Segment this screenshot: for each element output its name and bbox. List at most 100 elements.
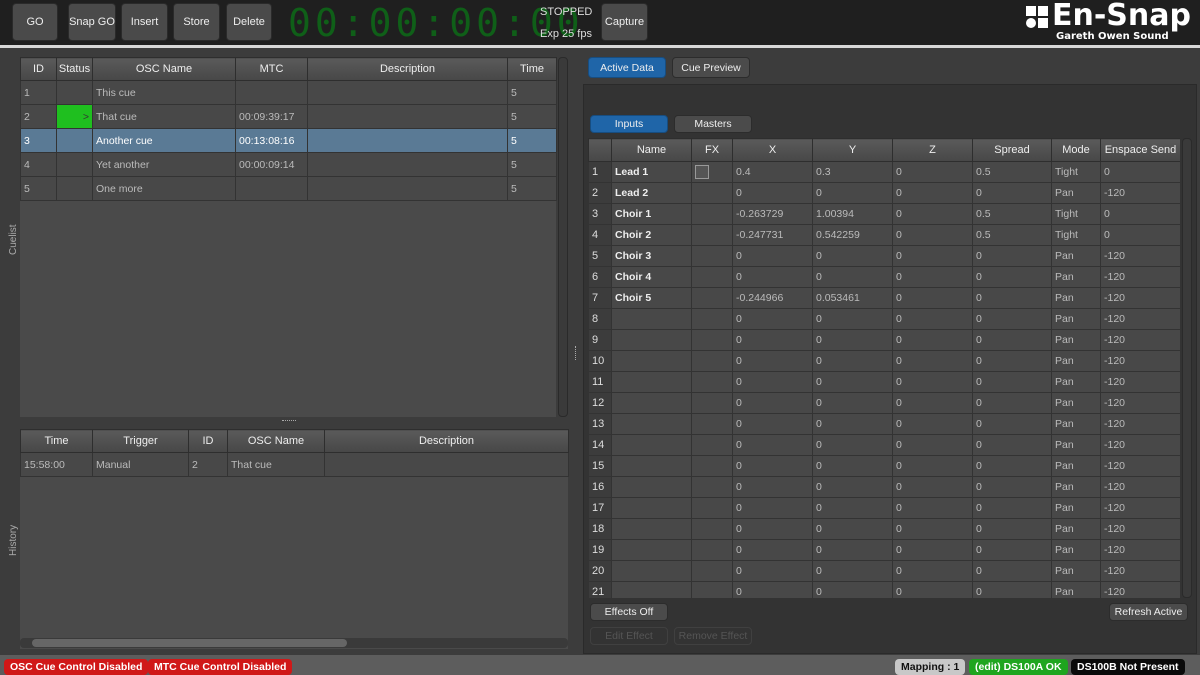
table-cell[interactable]: -120 [1100, 266, 1180, 288]
table-cell[interactable]: -120 [1100, 350, 1180, 372]
table-cell[interactable]: Lead 1 [611, 161, 692, 183]
table-cell[interactable]: 0.3 [812, 161, 893, 183]
table-cell[interactable]: 0 [732, 308, 813, 330]
table-cell[interactable]: 0 [892, 518, 973, 540]
table-cell[interactable] [611, 581, 692, 598]
table-cell[interactable]: 0 [892, 392, 973, 414]
table-cell[interactable]: 0 [812, 371, 893, 393]
table-cell[interactable]: -0.244966 [732, 287, 813, 309]
table-cell[interactable]: -120 [1100, 518, 1180, 540]
table-cell[interactable]: -120 [1100, 371, 1180, 393]
table-cell[interactable] [611, 539, 692, 561]
table-cell[interactable]: 0 [812, 455, 893, 477]
table-cell[interactable]: 0.542259 [812, 224, 893, 246]
table-cell[interactable]: 0 [812, 245, 893, 267]
table-cell[interactable]: 0 [812, 350, 893, 372]
table-cell[interactable]: 5 [507, 152, 557, 177]
table-row[interactable]: 2 > That cue 00:09:39:17 5 [20, 104, 557, 129]
table-cell[interactable]: 0 [732, 245, 813, 267]
table-cell[interactable]: Pan [1051, 308, 1101, 330]
edit-effect-button[interactable]: Edit Effect [590, 627, 668, 645]
effects-off-button[interactable]: Effects Off [590, 603, 668, 621]
table-cell[interactable] [307, 104, 508, 129]
table-cell[interactable] [611, 371, 692, 393]
table-cell[interactable]: -120 [1100, 392, 1180, 414]
table-cell[interactable]: 0 [732, 497, 813, 519]
table-cell[interactable]: Lead 2 [611, 182, 692, 204]
table-cell[interactable]: 00:13:08:16 [235, 128, 308, 153]
table-row[interactable]: 19 0 0 0 0 Pan -120 [588, 539, 1180, 561]
table-cell[interactable]: 00:09:39:17 [235, 104, 308, 129]
table-cell[interactable]: 0 [812, 266, 893, 288]
column-header[interactable]: Description [324, 429, 569, 453]
table-row[interactable]: 9 0 0 0 0 Pan -120 [588, 329, 1180, 351]
table-cell[interactable]: 0 [972, 539, 1052, 561]
table-cell[interactable]: 0 [972, 434, 1052, 456]
table-cell[interactable]: 0 [732, 371, 813, 393]
subtab-masters[interactable]: Masters [674, 115, 752, 133]
table-cell[interactable]: 0 [812, 413, 893, 435]
table-cell[interactable]: -120 [1100, 581, 1180, 598]
table-cell[interactable] [611, 455, 692, 477]
table-cell[interactable]: 0 [972, 245, 1052, 267]
table-cell[interactable]: 0 [892, 434, 973, 456]
column-header[interactable]: Trigger [92, 429, 189, 453]
table-cell[interactable]: 0 [892, 203, 973, 225]
table-cell[interactable] [691, 560, 733, 582]
table-cell[interactable] [691, 182, 733, 204]
table-cell[interactable]: 0 [732, 518, 813, 540]
table-cell[interactable] [691, 350, 733, 372]
table-cell[interactable]: 0 [812, 518, 893, 540]
table-cell[interactable]: 0 [812, 581, 893, 598]
table-cell[interactable] [691, 518, 733, 540]
table-cell[interactable]: Tight [1051, 161, 1101, 183]
table-row[interactable]: 6 Choir 4 0 0 0 0 Pan -120 [588, 266, 1180, 288]
table-cell[interactable]: Pan [1051, 350, 1101, 372]
table-cell[interactable]: One more [92, 176, 236, 201]
table-cell[interactable] [56, 152, 93, 177]
table-cell[interactable]: 5 [507, 176, 557, 201]
table-cell[interactable]: 0 [812, 476, 893, 498]
table-cell[interactable]: 0 [972, 476, 1052, 498]
table-cell[interactable]: 0 [732, 560, 813, 582]
table-row[interactable]: 7 Choir 5 -0.244966 0.053461 0 0 Pan -120 [588, 287, 1180, 309]
table-cell[interactable]: 0.5 [972, 161, 1052, 183]
table-cell[interactable]: 0 [812, 392, 893, 414]
capture-button[interactable]: Capture [601, 3, 648, 41]
table-cell[interactable]: 0 [732, 350, 813, 372]
table-cell[interactable]: Pan [1051, 581, 1101, 598]
table-cell[interactable]: 1.00394 [812, 203, 893, 225]
fx-checkbox[interactable] [695, 165, 709, 179]
table-cell[interactable]: 0.053461 [812, 287, 893, 309]
table-cell[interactable] [611, 308, 692, 330]
store-button[interactable]: Store [173, 3, 220, 41]
table-cell[interactable]: 0 [972, 266, 1052, 288]
table-row[interactable]: 15 0 0 0 0 Pan -120 [588, 455, 1180, 477]
column-header[interactable]: Time [507, 57, 557, 81]
table-cell[interactable]: Pan [1051, 329, 1101, 351]
table-cell[interactable]: 0 [892, 329, 973, 351]
table-row[interactable]: 1 Lead 1 0.4 0.3 0 0.5 Tight 0 [588, 161, 1180, 183]
table-cell[interactable]: 0 [892, 350, 973, 372]
table-cell[interactable]: 0 [732, 329, 813, 351]
table-cell[interactable]: 0 [892, 497, 973, 519]
table-cell[interactable]: Pan [1051, 371, 1101, 393]
table-cell[interactable]: Pan [1051, 539, 1101, 561]
table-cell[interactable]: -120 [1100, 329, 1180, 351]
table-cell[interactable]: Manual [92, 452, 189, 477]
table-cell[interactable] [611, 476, 692, 498]
table-cell[interactable]: Choir 5 [611, 287, 692, 309]
table-row[interactable]: 16 0 0 0 0 Pan -120 [588, 476, 1180, 498]
inputs-scrollbar[interactable] [1182, 138, 1192, 598]
table-row[interactable]: 11 0 0 0 0 Pan -120 [588, 371, 1180, 393]
column-header[interactable]: Spread [972, 138, 1052, 162]
table-cell[interactable] [56, 80, 93, 105]
table-row[interactable]: 4 Yet another 00:00:09:14 5 [20, 152, 557, 177]
table-cell[interactable] [691, 287, 733, 309]
insert-button[interactable]: Insert [121, 3, 168, 41]
history-hscrollbar[interactable] [20, 638, 568, 648]
table-cell[interactable]: -120 [1100, 245, 1180, 267]
column-header[interactable]: X [732, 138, 813, 162]
table-cell[interactable] [307, 80, 508, 105]
table-cell[interactable] [691, 497, 733, 519]
